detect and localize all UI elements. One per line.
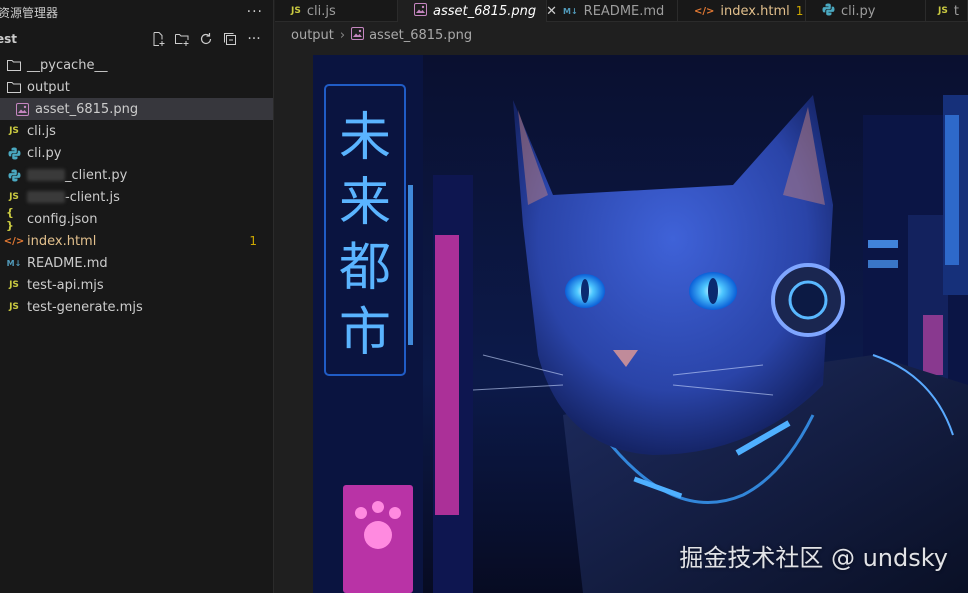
redacted-text <box>27 169 65 181</box>
javascript-file-icon: JS <box>9 192 19 202</box>
image-file-icon <box>14 101 30 117</box>
collapse-all-icon[interactable] <box>221 30 239 48</box>
javascript-file-icon: JS <box>938 6 948 16</box>
explorer-title: 资源管理器 <box>0 5 59 20</box>
breadcrumb: output › asset_6815.png <box>275 23 968 47</box>
file-tree: __pycache__ output asset_6815.png JS cli… <box>0 54 273 318</box>
tab-truncated[interactable]: JS t <box>926 0 968 22</box>
breadcrumb-folder[interactable]: output <box>291 28 334 43</box>
tree-item-label: __pycache__ <box>27 57 108 73</box>
image-preview-pane[interactable]: 未 来 都 市 掘金技术社区 @ undsky <box>275 47 968 593</box>
tree-item-client-py[interactable]: _client.py <box>0 164 273 186</box>
image-file-icon <box>414 3 427 19</box>
tree-item-label: cli.js <box>27 123 56 139</box>
more-actions-icon[interactable]: ··· <box>245 30 263 48</box>
tree-item-config-json[interactable]: { } config.json <box>0 206 273 232</box>
tree-item-pycache[interactable]: __pycache__ <box>0 54 273 76</box>
python-file-icon <box>6 145 22 161</box>
tab-label: cli.js <box>306 3 336 19</box>
explorer-more-button[interactable]: ··· <box>247 4 263 20</box>
new-folder-icon[interactable] <box>173 30 191 48</box>
tab-asset-png[interactable]: asset_6815.png ✕ <box>398 0 557 22</box>
problem-count-badge: 1 <box>249 234 257 248</box>
neon-sign-char: 市 <box>339 303 391 363</box>
python-file-icon <box>822 3 835 19</box>
explorer-sidebar: 资源管理器 ··· est ··· __pycache__ output ass… <box>0 0 274 593</box>
tab-index-html[interactable]: </> index.html 1 <box>678 0 806 22</box>
tree-item-label: cli.py <box>27 145 62 161</box>
watermark: 掘金技术社区 @ undsky <box>679 544 948 572</box>
tab-label: t <box>953 3 959 19</box>
tree-item-label: README.md <box>27 255 108 271</box>
tab-label: index.html <box>720 3 790 19</box>
neon-sign-char: 都 <box>339 238 391 298</box>
tree-item-label: _client.py <box>65 167 128 183</box>
javascript-file-icon: JS <box>9 280 19 290</box>
tree-item-label: output <box>27 79 70 95</box>
editor-tabs: JS cli.js asset_6815.png ✕ M↓ README.md … <box>275 0 968 22</box>
tree-item-readme-md[interactable]: M↓ README.md <box>0 252 273 274</box>
image-file-icon <box>351 26 365 44</box>
tree-item-label: index.html <box>27 233 97 249</box>
python-file-icon <box>6 167 22 183</box>
html-file-icon: </> <box>3 235 25 247</box>
markdown-file-icon: M↓ <box>6 258 22 268</box>
html-file-icon: </> <box>694 5 715 17</box>
tab-readme-md[interactable]: M↓ README.md <box>547 0 678 22</box>
redacted-text <box>27 191 65 203</box>
tree-item-label: asset_6815.png <box>35 101 139 117</box>
tree-item-label: test-api.mjs <box>27 277 104 293</box>
new-file-icon[interactable] <box>149 30 167 48</box>
json-file-icon: { } <box>6 206 14 232</box>
breadcrumb-file[interactable]: asset_6815.png <box>369 28 472 43</box>
javascript-file-icon: JS <box>9 302 19 312</box>
tree-item-label: -client.js <box>65 189 120 205</box>
markdown-file-icon: M↓ <box>563 6 578 16</box>
tree-item-cli-js[interactable]: JS cli.js <box>0 120 273 142</box>
preview-image: 未 来 都 市 <box>313 55 968 593</box>
tree-item-asset-png[interactable]: asset_6815.png <box>0 98 273 120</box>
tab-cli-js[interactable]: JS cli.js <box>275 0 398 22</box>
problem-count-badge: 1 <box>795 4 804 18</box>
folder-icon <box>6 79 22 95</box>
folder-icon <box>6 57 22 73</box>
tree-item-label: config.json <box>27 211 98 227</box>
neon-sign-char: 来 <box>339 173 391 233</box>
tab-cli-py[interactable]: cli.py <box>806 0 926 22</box>
tree-item-test-api[interactable]: JS test-api.mjs <box>0 274 273 296</box>
tree-item-label: test-generate.mjs <box>27 299 143 315</box>
tree-item-client-js[interactable]: JS -client.js <box>0 186 273 208</box>
tab-label: asset_6815.png <box>433 3 537 19</box>
tree-item-test-generate[interactable]: JS test-generate.mjs <box>0 296 273 318</box>
workspace-name: est <box>0 32 18 46</box>
refresh-icon[interactable] <box>197 30 215 48</box>
explorer-header: 资源管理器 ··· <box>0 0 273 24</box>
javascript-file-icon: JS <box>9 126 19 136</box>
tree-item-cli-py[interactable]: cli.py <box>0 142 273 164</box>
tree-item-output[interactable]: output <box>0 76 273 98</box>
tab-label: cli.py <box>841 3 876 19</box>
chevron-right-icon: › <box>339 27 346 43</box>
tree-item-index-html[interactable]: </> index.html 1 <box>0 230 273 252</box>
neon-sign-char: 未 <box>339 108 391 168</box>
workspace-section-header[interactable]: est ··· <box>0 24 273 54</box>
tab-label: README.md <box>583 3 665 19</box>
javascript-file-icon: JS <box>291 6 301 16</box>
